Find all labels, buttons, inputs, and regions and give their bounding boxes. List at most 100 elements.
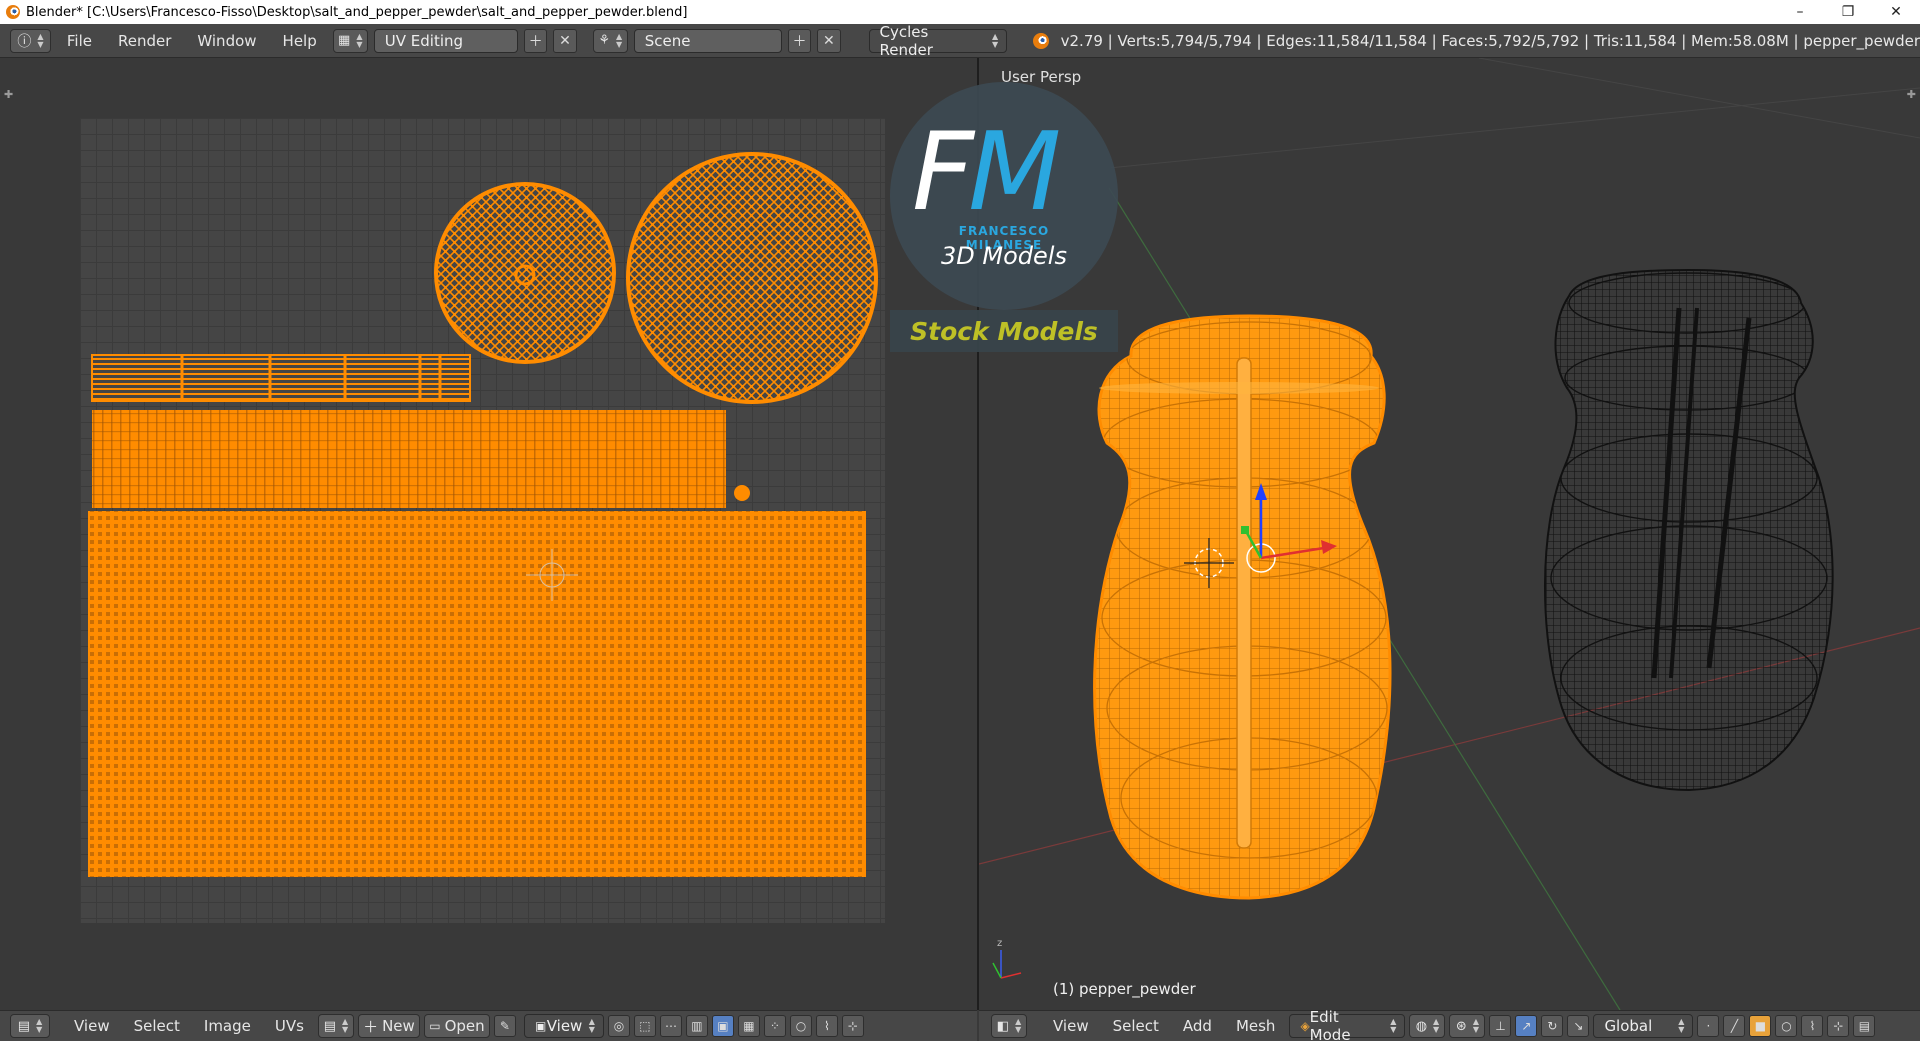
3d-viewport[interactable]: User Persp ✚ z (1) pepper_pewder xyxy=(979,58,1920,1010)
face-select-mode-icon[interactable]: ■ xyxy=(1749,1015,1772,1037)
screen-layout-field[interactable]: UV Editing xyxy=(373,28,518,53)
image-icon: ▤ xyxy=(323,1018,336,1034)
uv-menu-uvs[interactable]: UVs xyxy=(265,1017,314,1035)
pivot-point-button[interactable]: ⊛ ▲ ▼ xyxy=(1449,1014,1486,1038)
uv-menu-view[interactable]: View xyxy=(64,1017,120,1035)
viewport-header: ◧ ▲ ▼ View Select Add Mesh ◈ Edit Mode ▲ ▼… xyxy=(979,1008,1920,1041)
uv-image-editor[interactable]: ✚ xyxy=(0,58,977,1010)
chevron-updown-icon: ▲ ▼ xyxy=(356,31,363,49)
close-icon: ✕ xyxy=(559,32,571,49)
uv-menu-image[interactable]: Image xyxy=(194,1017,261,1035)
vp-menu-add[interactable]: Add xyxy=(1173,1017,1222,1035)
snap-target-icon[interactable]: ⊹ xyxy=(841,1015,864,1037)
vertex-select-mode-icon[interactable]: · xyxy=(1697,1015,1720,1037)
blender-logo-icon xyxy=(1033,32,1049,49)
menu-file[interactable]: File xyxy=(57,32,102,50)
viewport-editor-type-button[interactable]: ◧ ▲ ▼ xyxy=(991,1014,1027,1038)
uv-island-small-disc xyxy=(434,182,616,364)
delete-scene-button[interactable]: ✕ xyxy=(817,28,841,53)
render-engine-value: Cycles Render xyxy=(879,22,933,59)
folder-icon: ▭ xyxy=(429,1019,441,1033)
scene-field[interactable]: Scene xyxy=(633,28,782,53)
vp-menu-mesh[interactable]: Mesh xyxy=(1226,1017,1286,1035)
chevron-updown-icon: ▲ ▼ xyxy=(1015,1017,1022,1034)
uv-view-mode-value: View xyxy=(546,1017,583,1035)
view3d-icon: ◧ xyxy=(996,1018,1010,1034)
pin-icon[interactable]: ✎ xyxy=(493,1015,516,1037)
vertex-select-icon[interactable]: ⋯ xyxy=(659,1015,682,1037)
island-select-icon[interactable]: ▦ xyxy=(737,1015,760,1037)
editor-type-button[interactable]: ⓘ ▲ ▼ xyxy=(10,28,51,53)
scale-manipulator-icon[interactable]: ↘ xyxy=(1567,1015,1590,1037)
watermark-logo: FM FRANCESCO MILANESE 3D Models Stock Mo… xyxy=(890,82,1120,352)
open-image-button[interactable]: ▭ Open xyxy=(423,1014,490,1038)
chevron-updown-icon: ▲ ▼ xyxy=(991,31,999,49)
uv-island-large-disc xyxy=(626,152,878,404)
snap-element-icon[interactable]: ⊹ xyxy=(1827,1015,1850,1037)
window-titlebar: Blender* [C:\Users\Francesco-Fisso\Deskt… xyxy=(0,0,1920,24)
scene-browse-button[interactable]: ⚘ ▲ ▼ xyxy=(592,28,628,53)
chevron-updown-icon: ▲ ▼ xyxy=(615,31,623,49)
edge-select-mode-icon[interactable]: ╱ xyxy=(1723,1015,1746,1037)
vp-menu-view[interactable]: View xyxy=(1043,1017,1099,1035)
uv-view-mode-dropdown[interactable]: ▣ View ▲ ▼ xyxy=(523,1014,604,1038)
view-mode-icon: ▣ xyxy=(534,1019,547,1033)
pivot-icon[interactable]: ◎ xyxy=(607,1015,630,1037)
chevron-updown-icon: ▲ ▼ xyxy=(1472,1017,1479,1034)
window-title: Blender* [C:\Users\Francesco-Fisso\Deskt… xyxy=(26,4,688,20)
view-axis-gizmo-icon: z xyxy=(992,938,1022,979)
new-image-label: New xyxy=(382,1017,415,1035)
logo-initials: FM xyxy=(912,110,1061,235)
transform-orientation-dropdown[interactable]: Global ▲ ▼ xyxy=(1593,1014,1694,1038)
rotate-manipulator-icon[interactable]: ↻ xyxy=(1541,1015,1564,1037)
svg-text:z: z xyxy=(997,938,1002,949)
uv-editor-type-button[interactable]: ▤ ▲ ▼ xyxy=(10,1014,50,1038)
proportional-editing-icon[interactable]: ○ xyxy=(1775,1015,1798,1037)
snap-toggle-icon[interactable]: ⌇ xyxy=(1801,1015,1824,1037)
close-icon: ✕ xyxy=(822,32,835,49)
image-browse-button[interactable]: ▤ ▲ ▼ xyxy=(317,1014,354,1038)
chevron-updown-icon: ▲ ▼ xyxy=(1390,1017,1397,1034)
chevron-updown-icon: ▲ ▼ xyxy=(1678,1017,1685,1034)
viewport-shading-button[interactable]: ◍ ▲ ▼ xyxy=(1409,1014,1446,1038)
translate-manipulator-icon[interactable]: ↗ xyxy=(1515,1015,1538,1037)
plus-icon: ＋ xyxy=(792,33,807,50)
chevron-updown-icon: ▲ ▼ xyxy=(36,1017,43,1034)
proportional-edit-icon[interactable]: ○ xyxy=(789,1015,812,1037)
uv-island-thin-strip xyxy=(91,354,471,402)
render-engine-dropdown[interactable]: Cycles Render ▲ ▼ xyxy=(868,23,1008,59)
delete-screen-button[interactable]: ✕ xyxy=(553,28,577,53)
screen-layout-browse-button[interactable]: ▦ ▲ ▼ xyxy=(332,28,368,53)
sticky-select-icon[interactable]: ⁘ xyxy=(763,1015,786,1037)
sync-selection-icon[interactable]: ⬚ xyxy=(633,1015,656,1037)
manipulator-toggle-icon[interactable]: ⊥ xyxy=(1489,1015,1512,1037)
logo-banner: Stock Models xyxy=(890,310,1118,352)
scene-statistics: v2.79 | Verts:5,794/5,794 | Edges:11,584… xyxy=(1060,31,1920,50)
render-preview-icon[interactable]: ▤ xyxy=(1853,1015,1876,1037)
add-scene-button[interactable]: ＋ xyxy=(787,28,812,53)
uv-menu-select[interactable]: Select xyxy=(124,1017,190,1035)
blender-app: Blender* [C:\Users\Francesco-Fisso\Deskt… xyxy=(0,0,1920,1041)
chevron-updown-icon: ▲ ▼ xyxy=(37,31,44,49)
uv-island-dot xyxy=(734,485,750,501)
scene-icon: ⚘ xyxy=(598,33,610,48)
maximize-button[interactable]: ❐ xyxy=(1824,4,1872,20)
chevron-updown-icon: ▲ ▼ xyxy=(342,1017,349,1034)
close-window-button[interactable]: ✕ xyxy=(1872,4,1920,20)
add-screen-button[interactable]: ＋ xyxy=(523,28,548,53)
minimize-button[interactable]: – xyxy=(1776,4,1824,20)
snap-icon[interactable]: ⌇ xyxy=(815,1015,838,1037)
new-image-button[interactable]: ＋ New xyxy=(357,1014,420,1038)
open-image-label: Open xyxy=(444,1017,485,1035)
interaction-mode-dropdown[interactable]: ◈ Edit Mode ▲ ▼ xyxy=(1289,1008,1406,1041)
menu-render[interactable]: Render xyxy=(108,32,181,50)
edge-select-icon[interactable]: ▥ xyxy=(685,1015,708,1037)
menu-window[interactable]: Window xyxy=(187,32,266,50)
face-select-icon[interactable]: ▣ xyxy=(711,1015,734,1037)
info-header: ⓘ ▲ ▼ File Render Window Help ▦ ▲ ▼ UV Edi… xyxy=(0,23,1920,59)
layout-grid-icon: ▦ xyxy=(338,33,351,48)
vp-menu-select[interactable]: Select xyxy=(1103,1017,1169,1035)
salt-pewder-mesh[interactable] xyxy=(1544,268,1834,792)
menu-help[interactable]: Help xyxy=(273,32,327,50)
pepper-pewder-mesh[interactable] xyxy=(1093,314,1392,900)
